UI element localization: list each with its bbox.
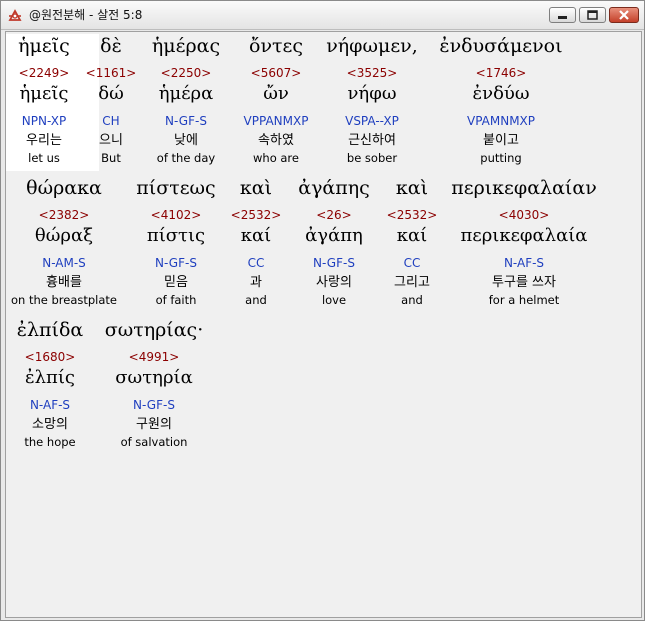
korean-gloss: 구원의	[136, 417, 172, 432]
morphology-code: N-GF-S	[133, 398, 175, 412]
korean-gloss: 투구를 쓰자	[492, 275, 556, 290]
greek-word: σωτηρίας·	[104, 319, 204, 341]
strong-number: <2532>	[230, 208, 282, 222]
word-block[interactable]: ἐλπίδα <1680> ἐλπίς N-AF-S 소망의 the hope	[6, 318, 94, 455]
app-logo-icon	[8, 9, 22, 21]
morphology-code: N-AF-S	[29, 398, 71, 412]
word-block[interactable]: ἀγάπης <26> ἀγάπη N-GF-S 사랑의 love	[286, 176, 382, 313]
window-title: @원전분해 - 살전 5:8	[29, 8, 143, 22]
greek-lemma: νήφω	[347, 83, 397, 104]
word-block[interactable]: σωτηρίας· <4991> σωτηρία N-GF-S 구원의 of s…	[99, 318, 209, 455]
title-bar[interactable]: @원전분해 - 살전 5:8	[1, 1, 644, 30]
word-block[interactable]: ἐνδυσάμενοι <1746> ἐνδύω VPAMNMXP 붙이고 pu…	[431, 34, 571, 171]
greek-word: ἀγάπης	[298, 177, 370, 199]
strong-number: <3525>	[346, 66, 398, 80]
korean-gloss: 과	[250, 275, 262, 290]
morphology-code: N-AF-S	[503, 256, 545, 270]
greek-word: ἐνδυσάμενοι	[439, 35, 563, 57]
english-gloss: love	[321, 293, 347, 307]
korean-gloss: 소망의	[32, 417, 68, 432]
greek-lemma: ἐλπίς	[24, 367, 76, 388]
greek-word: νήφωμεν,	[326, 35, 418, 57]
strong-number: <1680>	[24, 350, 76, 364]
greek-word: καὶ	[395, 177, 429, 199]
word-block[interactable]: καὶ <2532> καί CC 과 and	[226, 176, 286, 313]
strong-number: <2382>	[38, 208, 90, 222]
strong-number: <1746>	[475, 66, 527, 80]
strong-number: <4991>	[128, 350, 180, 364]
strong-number: <26>	[316, 208, 352, 222]
interlinear-view: ἡμεῖς <2249> ἡμεῖς NPN-XP 우리는 let us δὲ …	[5, 31, 642, 618]
korean-gloss: 흉배를	[46, 275, 82, 290]
morphology-code: CC	[403, 256, 421, 270]
strong-number: <4030>	[498, 208, 550, 222]
english-gloss: be sober	[346, 151, 398, 165]
greek-word: περικεφαλαίαν	[451, 177, 597, 199]
strong-number: <5607>	[250, 66, 302, 80]
greek-lemma: περικεφαλαία	[460, 225, 588, 246]
morphology-code: VPPANMXP	[243, 114, 309, 128]
app-window: @원전분해 - 살전 5:8 ἡμεῖς <2249> ἡμεῖς NPN-XP…	[0, 0, 645, 621]
greek-word: πίστεως	[136, 177, 216, 199]
greek-lemma: πίστις	[146, 225, 206, 246]
greek-lemma: ἀγάπη	[305, 225, 363, 246]
morphology-code: N-GF-S	[155, 256, 197, 270]
korean-gloss: 속하였	[258, 133, 294, 148]
word-block[interactable]: πίστεως <4102> πίστις N-GF-S 믿음 of faith	[121, 176, 231, 313]
korean-gloss: 근신하여	[348, 133, 396, 148]
korean-gloss: 붙이고	[483, 133, 519, 148]
greek-word: θώρακα	[26, 177, 102, 199]
word-block[interactable]: ὄντες <5607> ὤν VPPANMXP 속하였 who are	[221, 34, 331, 171]
greek-lemma: θώραξ	[34, 225, 94, 246]
english-gloss: and	[401, 293, 423, 307]
strong-number: <4102>	[150, 208, 202, 222]
maximize-button[interactable]	[579, 7, 606, 23]
english-gloss: of salvation	[120, 435, 188, 449]
korean-gloss: 사랑의	[316, 275, 352, 290]
minimize-icon	[558, 16, 567, 19]
close-icon	[619, 10, 629, 20]
greek-lemma: ἐνδύω	[472, 83, 530, 104]
english-gloss: for a helmet	[488, 293, 560, 307]
maximize-icon	[587, 10, 598, 20]
greek-word: καὶ	[239, 177, 273, 199]
greek-word: ἐλπίδα	[16, 319, 84, 341]
word-block[interactable]: καὶ <2532> καί CC 그리고 and	[382, 176, 442, 313]
morphology-code: VSPA--XP	[345, 114, 399, 128]
english-gloss: who are	[253, 151, 299, 165]
english-gloss: on the breastplate	[10, 293, 118, 307]
morphology-code: CC	[247, 256, 265, 270]
greek-lemma: ὤν	[263, 83, 289, 104]
morphology-code: N-GF-S	[313, 256, 355, 270]
word-block[interactable]: θώρακα <2382> θώραξ N-AM-S 흉배를 on the br…	[9, 176, 119, 313]
english-gloss: and	[245, 293, 267, 307]
greek-lemma: καί	[240, 225, 272, 246]
korean-gloss: 그리고	[394, 275, 430, 290]
greek-lemma: καί	[396, 225, 428, 246]
english-gloss: putting	[480, 151, 522, 165]
korean-gloss: 믿음	[164, 275, 188, 290]
word-block[interactable]: νήφωμεν, <3525> νήφω VSPA--XP 근신하여 be so…	[317, 34, 427, 171]
morphology-code: VPAMNMXP	[466, 114, 536, 128]
morphology-code: N-AM-S	[42, 256, 86, 270]
close-button[interactable]	[609, 7, 639, 23]
strong-number: <2532>	[386, 208, 438, 222]
english-gloss: of faith	[155, 293, 197, 307]
greek-lemma: σωτηρία	[115, 367, 193, 388]
minimize-button[interactable]	[549, 7, 576, 23]
english-gloss: the hope	[24, 435, 76, 449]
greek-word: ὄντες	[249, 35, 303, 57]
word-block[interactable]: περικεφαλαίαν <4030> περικεφαλαία N-AF-S…	[444, 176, 604, 313]
